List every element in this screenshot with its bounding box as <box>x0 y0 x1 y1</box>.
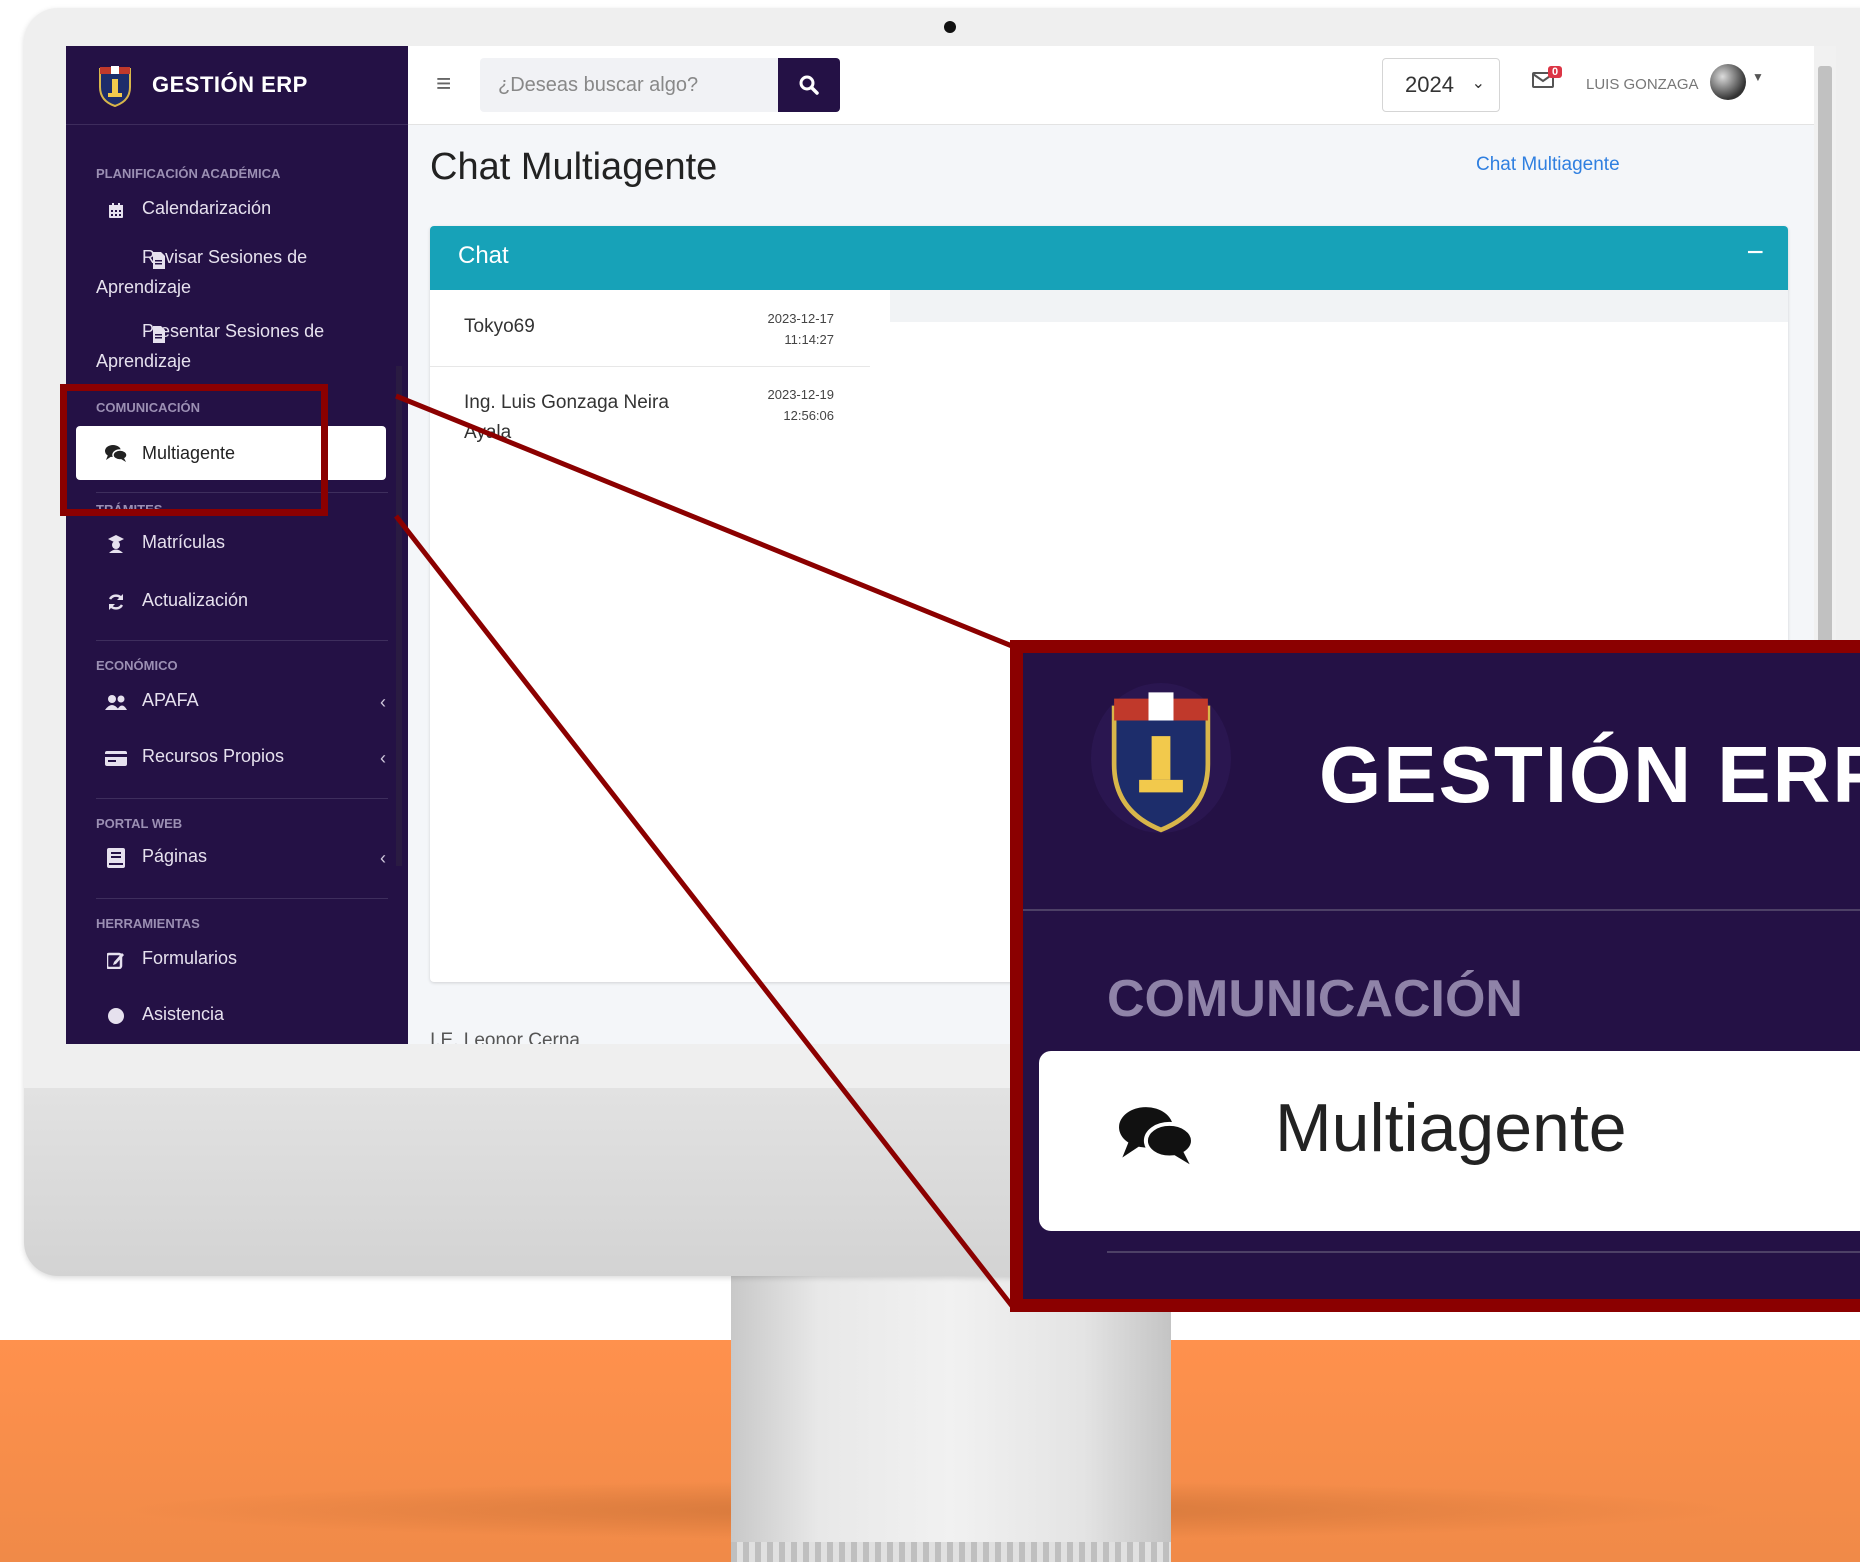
zoom-callout: GESTIÓN ERP COMUNICACIÓN Multiagente <box>1010 640 1860 1312</box>
comments-icon <box>1119 1107 1193 1165</box>
zoom-divider <box>1107 1251 1860 1253</box>
zoom-section-title: COMUNICACIÓN <box>1107 970 1523 1028</box>
school-crest-icon <box>1091 683 1231 833</box>
zoom-brand-name: GESTIÓN ERP <box>1319 730 1860 819</box>
highlight-box <box>60 384 328 516</box>
zoom-divider <box>1023 909 1860 911</box>
zoom-item-label: Multiagente <box>1275 1090 1627 1166</box>
